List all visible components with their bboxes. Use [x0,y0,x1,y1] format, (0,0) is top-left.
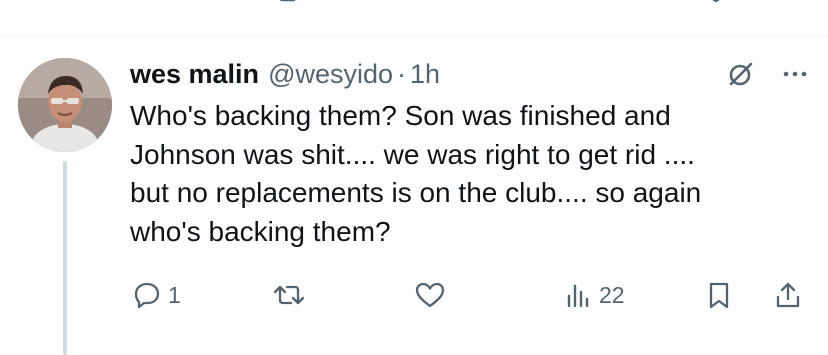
previous-tweet-actions [0,0,828,16]
thread-line [63,161,67,355]
reply-button[interactable]: 1 [132,278,181,312]
tweet-text-line: but no replacements is on the club.... s… [130,177,702,208]
reply-count: 1 [168,281,181,308]
views-icon[interactable] [565,0,595,12]
tweet-text: Who's backing them? Son was finished and… [130,97,800,251]
separator-dot: · [397,58,407,89]
timestamp[interactable]: 1h [410,59,440,90]
views-button[interactable]: 22 [563,278,625,312]
tweet-text-line: Johnson was shit.... we was right to get… [130,138,695,170]
author-handle[interactable]: @wesyido [268,59,393,90]
tweet-text-line: who's backing them? [130,215,391,247]
like-icon[interactable] [418,0,448,12]
share-button[interactable] [773,278,803,312]
more-icon[interactable] [777,58,813,90]
retweet-icon [273,285,305,305]
reply-icon [134,282,160,309]
tweet-text-line: Who's backing them? Son was finished and [130,100,671,131]
views-icon [567,284,589,308]
tweet-header: wes malin @wesyido · 1h [130,58,440,90]
views-count: 22 [599,281,625,308]
share-icon[interactable] [780,0,810,12]
retweet-icon[interactable] [276,0,310,12]
user-avatar[interactable] [18,58,112,152]
like-icon [415,282,445,308]
bookmark-icon[interactable] [702,0,732,12]
bookmark-icon [709,282,729,309]
tweet-divider [0,35,828,36]
reply-icon[interactable] [138,0,168,12]
author-name[interactable]: wes malin [130,59,259,90]
grok-icon[interactable] [723,58,759,90]
bookmark-button[interactable] [704,278,734,312]
retweet-button[interactable] [272,278,306,312]
like-button[interactable] [414,278,446,312]
share-icon [776,282,800,308]
